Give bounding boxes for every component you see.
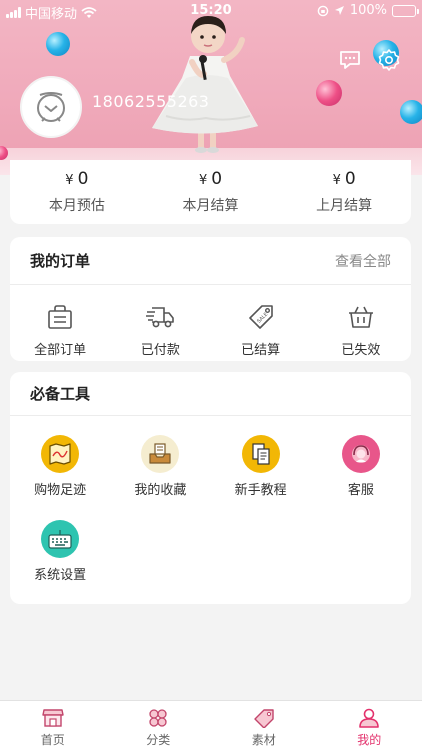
tools-card: 必备工具 购物足迹 我的收藏 新手教程 客服 系统设置 (10, 372, 411, 604)
order-paid[interactable]: 已付款 (110, 301, 210, 358)
orders-card: 我的订单 查看全部 全部订单 已付款 SALE 已结算 已失效 (10, 237, 411, 361)
tool-service[interactable]: 客服 (311, 435, 411, 498)
order-status-grid: 全部订单 已付款 SALE 已结算 已失效 (10, 285, 411, 358)
tab-material-label: 素材 (251, 733, 276, 747)
tools-title: 必备工具 (30, 385, 91, 403)
orders-title: 我的订单 (30, 252, 91, 270)
truck-icon (144, 301, 176, 333)
map-icon (41, 435, 80, 473)
order-settled-label: 已结算 (241, 343, 281, 358)
inbox-icon (141, 435, 180, 473)
keyboard-icon (41, 520, 80, 558)
stat-value: ¥0 (198, 169, 223, 189)
view-all-orders-link[interactable]: 查看全部 (335, 251, 391, 271)
tools-grid: 购物足迹 我的收藏 新手教程 客服 系统设置 (10, 416, 411, 583)
earnings-summary: ¥0 本月预估 ¥0 本月结算 ¥0 上月结算 (10, 160, 411, 224)
basket-icon (345, 301, 377, 333)
profile-header: 中国移动 15:20 100% 18062555263 (0, 0, 422, 175)
battery-icon (392, 4, 419, 17)
tools-header: 必备工具 (10, 372, 411, 416)
stat-value: ¥0 (65, 169, 89, 189)
tool-tutorial[interactable]: 新手教程 (211, 435, 311, 498)
shop-icon (42, 709, 64, 727)
decor-ball (400, 100, 422, 124)
status-right: 100% (317, 3, 419, 18)
decor-ball (46, 32, 70, 56)
settings-button[interactable] (375, 46, 403, 74)
orientation-lock-icon (317, 5, 329, 16)
category-icon (149, 709, 167, 727)
tab-material[interactable]: 素材 (211, 701, 317, 750)
tab-home-label: 首页 (40, 733, 65, 747)
order-settled[interactable]: SALE 已结算 (211, 301, 311, 358)
tab-mine-label: 我的 (357, 733, 382, 747)
order-all[interactable]: 全部订单 (10, 301, 110, 358)
hero-photo (152, 16, 258, 153)
tool-settings-label: 系统设置 (34, 568, 87, 583)
stat-last-month-settled[interactable]: ¥0 上月结算 (277, 160, 411, 224)
stat-label: 上月结算 (316, 198, 373, 214)
order-invalid-label: 已失效 (341, 343, 381, 358)
bag-icon (44, 301, 76, 333)
message-icon (340, 51, 360, 69)
user-phone: 18062555263 (92, 92, 210, 111)
stat-month-estimate[interactable]: ¥0 本月预估 (10, 160, 144, 224)
stat-label: 本月结算 (182, 198, 239, 214)
tag-icon (254, 709, 274, 728)
orders-header: 我的订单 查看全部 (10, 237, 411, 285)
gear-icon (378, 49, 400, 71)
tab-category-label: 分类 (146, 733, 171, 747)
sale-tag-icon: SALE (245, 301, 277, 333)
stat-value: ¥0 (332, 169, 356, 189)
battery-label: 100% (349, 3, 387, 18)
tab-category[interactable]: 分类 (106, 701, 212, 750)
status-bar: 中国移动 15:20 100% (0, 0, 422, 22)
tool-history[interactable]: 购物足迹 (10, 435, 110, 498)
tool-history-label: 购物足迹 (34, 483, 87, 498)
stat-label: 本月预估 (48, 198, 105, 214)
bottom-tab-bar: 首页 分类 素材 我的 (0, 700, 422, 750)
order-all-label: 全部订单 (34, 343, 87, 358)
tool-tutorial-label: 新手教程 (234, 483, 287, 498)
default-avatar-icon (37, 92, 65, 122)
svg-text:SALE: SALE (256, 312, 269, 325)
avatar[interactable] (20, 76, 82, 138)
tab-mine[interactable]: 我的 (317, 701, 422, 750)
location-icon (334, 6, 344, 15)
order-paid-label: 已付款 (140, 343, 180, 358)
tool-service-label: 客服 (347, 483, 374, 498)
tool-favorites[interactable]: 我的收藏 (110, 435, 210, 498)
stat-month-settled[interactable]: ¥0 本月结算 (144, 160, 278, 224)
message-button[interactable] (336, 46, 364, 74)
order-invalid[interactable]: 已失效 (311, 301, 411, 358)
person-icon (359, 708, 380, 728)
decor-ball (316, 80, 342, 106)
tab-home[interactable]: 首页 (0, 701, 106, 750)
tool-settings[interactable]: 系统设置 (10, 520, 110, 583)
tool-favorites-label: 我的收藏 (134, 483, 187, 498)
document-icon (241, 435, 280, 473)
service-icon (341, 435, 380, 473)
